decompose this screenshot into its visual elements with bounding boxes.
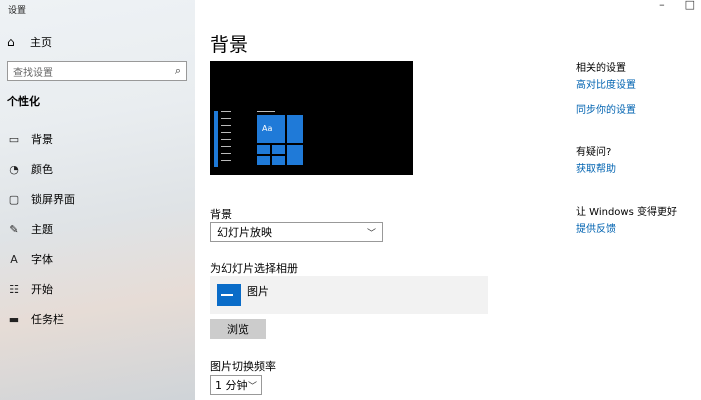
section-title: 个性化 <box>7 95 40 108</box>
preview-tile <box>257 145 270 154</box>
sidebar-nav: ▭ 背景 ◔ 颜色 ▢ 锁屏界面 ✎ 主题 A 字体 ☷ 开始 ▬ 任务栏 <box>7 124 193 334</box>
preview-tile <box>287 115 303 143</box>
home-label: 主页 <box>30 36 52 49</box>
sidebar-item-start[interactable]: ☷ 开始 <box>7 274 193 304</box>
desktop-preview: Aa <box>210 61 413 175</box>
sidebar-item-label: 字体 <box>31 253 53 266</box>
sidebar-item-fonts[interactable]: A 字体 <box>7 244 193 274</box>
theme-icon: ✎ <box>9 222 19 236</box>
preview-header-line <box>257 111 275 112</box>
window-controls: – □ <box>659 0 695 11</box>
interval-select[interactable]: 1 分钟 ﹀ <box>210 375 262 395</box>
sidebar-item-label: 锁屏界面 <box>31 193 75 206</box>
browse-button[interactable]: 浏览 <box>210 319 266 339</box>
minimize-button[interactable]: – <box>659 0 665 11</box>
album-label: 为幻灯片选择相册 <box>210 262 298 275</box>
taskbar-icon: ▬ <box>8 312 20 326</box>
search-input[interactable]: 查找设置 ⌕ <box>7 61 187 81</box>
related-settings-title: 相关的设置 <box>576 63 626 74</box>
preview-tile <box>272 156 285 165</box>
background-label: 背景 <box>210 208 232 221</box>
sidebar-item-themes[interactable]: ✎ 主题 <box>7 214 193 244</box>
sidebar-item-taskbar[interactable]: ▬ 任务栏 <box>7 304 193 334</box>
improve-windows-title: 让 Windows 变得更好 <box>576 207 677 218</box>
background-type-select[interactable]: 幻灯片放映 ﹀ <box>210 222 383 242</box>
preview-tile <box>257 156 270 165</box>
background-type-value: 幻灯片放映 <box>217 226 272 239</box>
album-item[interactable]: 图片 <box>210 276 488 314</box>
high-contrast-link[interactable]: 高对比度设置 <box>576 76 636 91</box>
start-icon: ☷ <box>9 282 19 296</box>
sidebar-item-background[interactable]: ▭ 背景 <box>7 124 193 154</box>
main-content: – □ 背景 Aa 背景 幻灯片放映 ﹀ 为幻灯片选择相册 图片 浏览 图片切换… <box>195 0 701 400</box>
sidebar-item-colors[interactable]: ◔ 颜色 <box>7 154 193 184</box>
maximize-button[interactable]: □ <box>685 0 695 11</box>
chevron-down-icon: ﹀ <box>366 228 376 239</box>
page-title: 背景 <box>210 34 249 56</box>
sidebar-item-label: 开始 <box>31 283 53 296</box>
lock-screen-icon: ▢ <box>8 192 20 206</box>
sidebar-item-label: 任务栏 <box>31 313 64 326</box>
window-title: 设置 <box>8 6 27 16</box>
question-title: 有疑问? <box>576 147 612 158</box>
sidebar-item-label: 颜色 <box>31 163 53 176</box>
interval-value: 1 分钟 <box>215 379 248 392</box>
feedback-link[interactable]: 提供反馈 <box>576 220 616 235</box>
sidebar-item-lock-screen[interactable]: ▢ 锁屏界面 <box>7 184 193 214</box>
font-icon: A <box>10 252 18 266</box>
search-placeholder: 查找设置 <box>13 67 53 79</box>
palette-icon: ◔ <box>9 162 19 176</box>
preview-start-bar <box>214 111 218 167</box>
folder-icon <box>217 284 241 306</box>
chevron-down-icon: ﹀ <box>247 381 257 392</box>
interval-label: 图片切换频率 <box>210 360 276 373</box>
sync-settings-link[interactable]: 同步你的设置 <box>576 101 636 116</box>
sidebar-item-label: 背景 <box>31 133 53 146</box>
search-icon: ⌕ <box>174 64 181 77</box>
get-help-link[interactable]: 获取帮助 <box>576 160 616 175</box>
sidebar: 设置 ⌂ 主页 查找设置 ⌕ 个性化 ▭ 背景 ◔ 颜色 ▢ 锁屏界面 ✎ 主题… <box>0 0 195 400</box>
image-icon: ▭ <box>8 132 20 146</box>
album-name: 图片 <box>247 285 269 298</box>
preview-tile-large: Aa <box>257 115 285 143</box>
home-icon: ⌂ <box>7 35 15 49</box>
home-nav-item[interactable]: ⌂ 主页 <box>7 34 52 50</box>
sidebar-item-label: 主题 <box>31 223 53 236</box>
preview-tile <box>287 145 303 165</box>
preview-tile <box>272 145 285 154</box>
preview-menu-lines <box>221 111 231 167</box>
